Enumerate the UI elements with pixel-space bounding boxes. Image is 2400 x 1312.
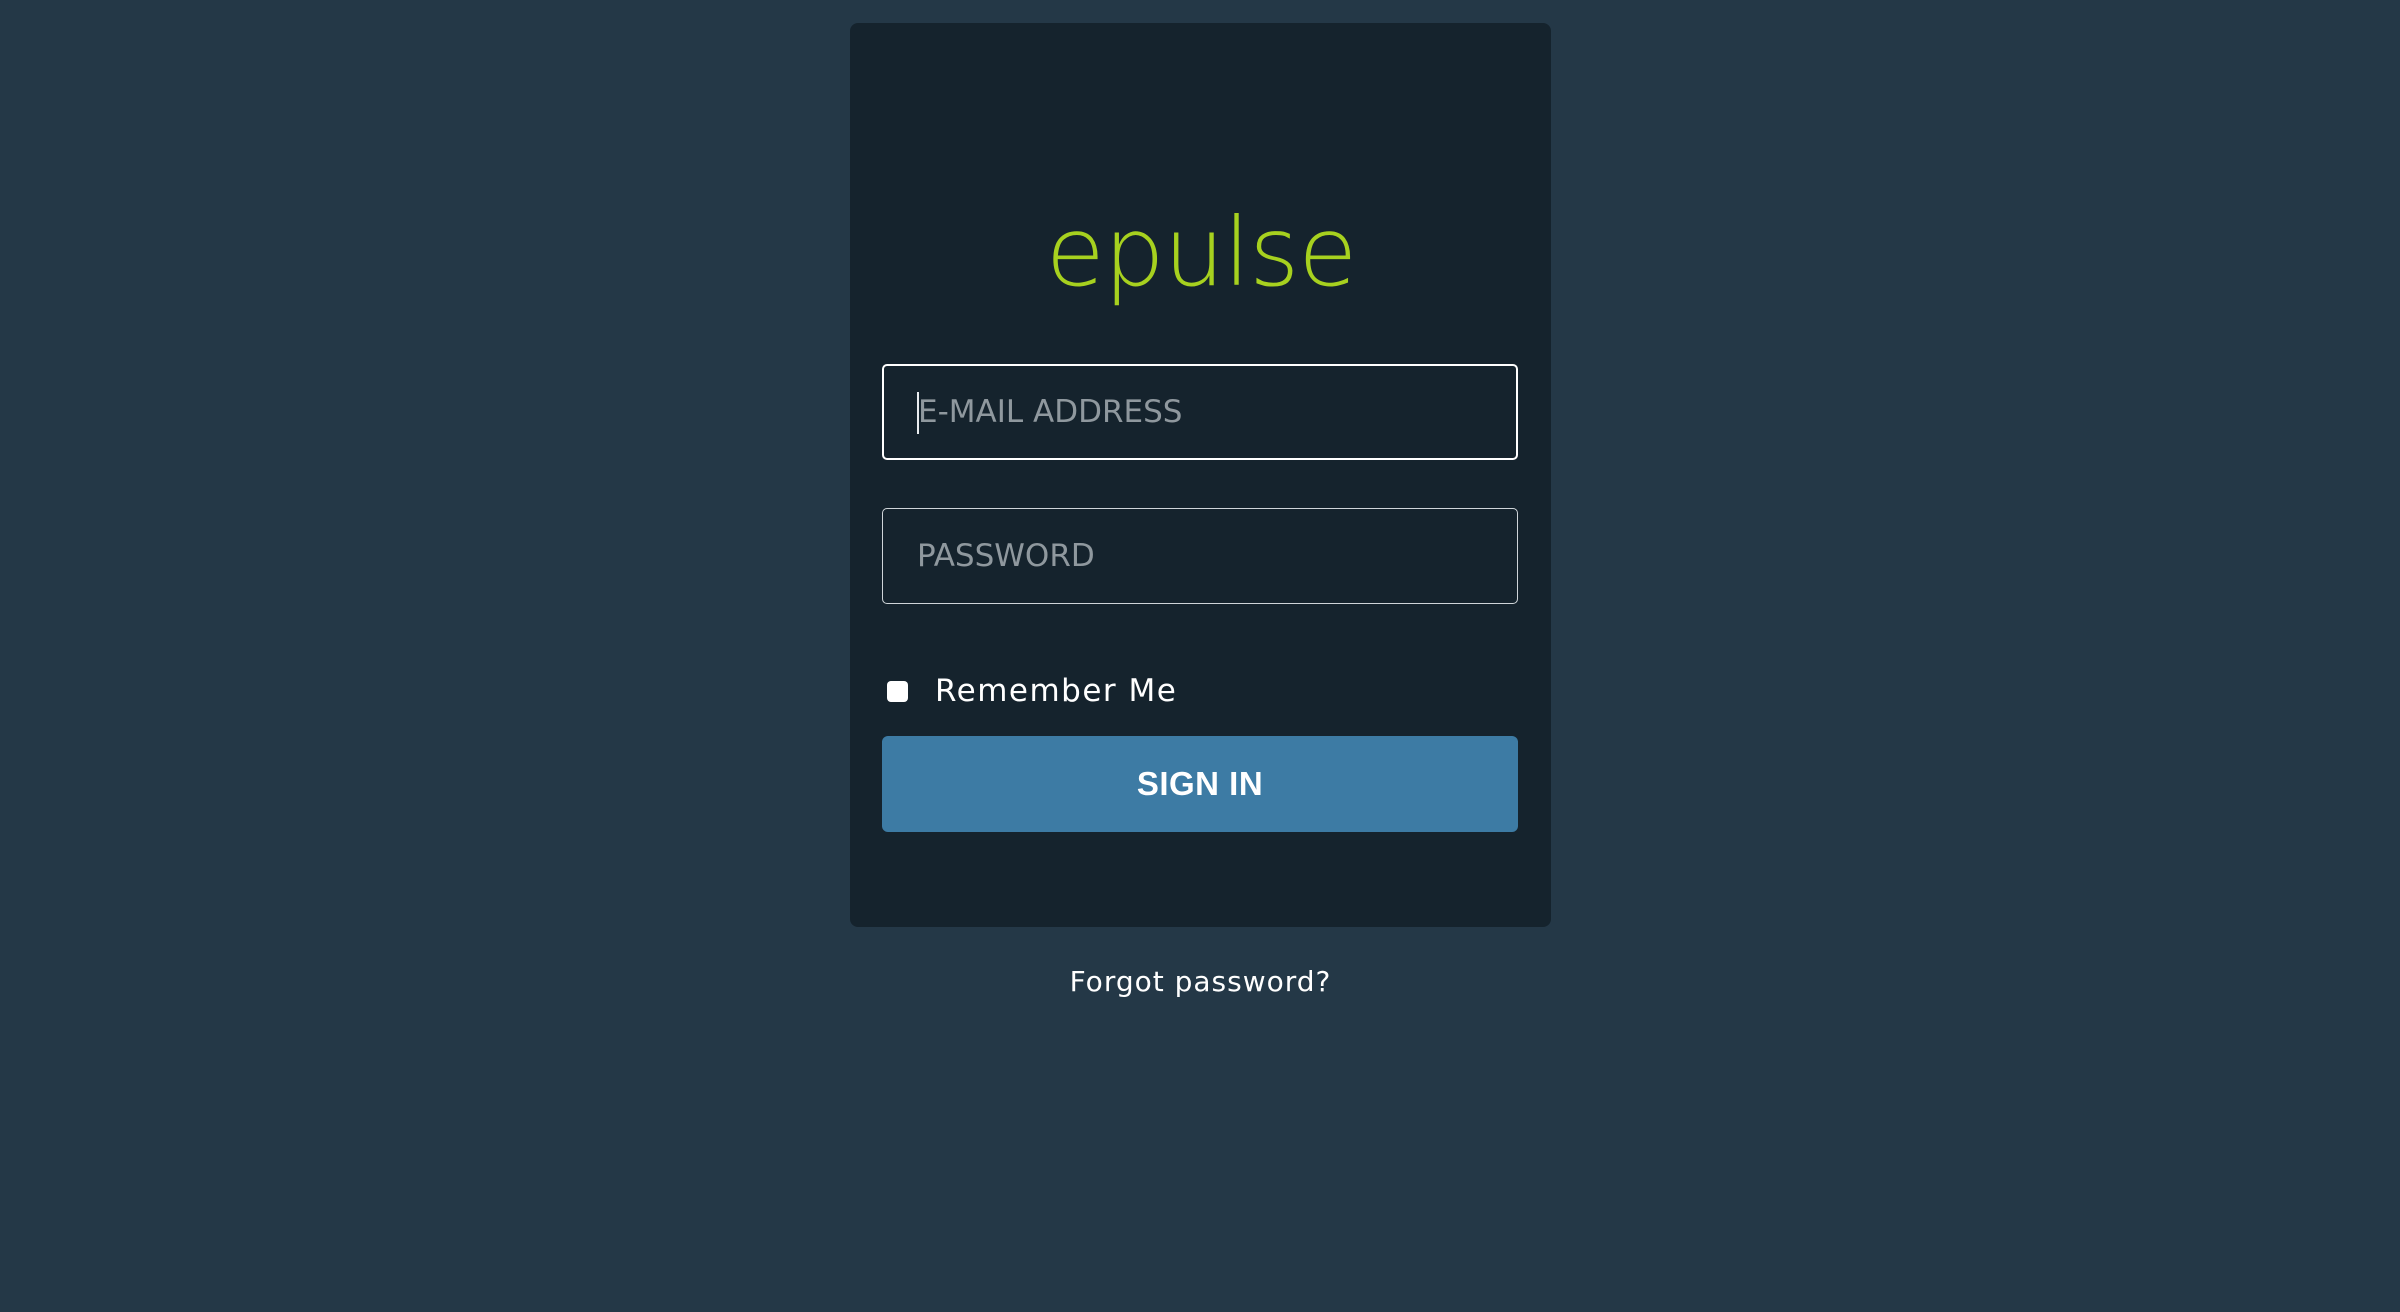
password-input[interactable] [917,509,1517,603]
password-field[interactable] [882,508,1518,604]
email-field[interactable] [882,364,1518,460]
epulse-logo-wordmark: epulse [1051,213,1351,308]
text-caret [917,392,919,434]
login-card: epulse Remember Me SIGN IN [850,23,1551,927]
sign-in-button[interactable]: SIGN IN [882,736,1518,832]
remember-me-label[interactable]: Remember Me [935,673,1177,709]
forgot-password-link[interactable]: Forgot password? [850,965,1551,998]
remember-me-checkbox[interactable] [887,680,908,702]
email-input[interactable] [918,366,1516,458]
epulse-logo: epulse [850,213,1551,333]
remember-me[interactable]: Remember Me [887,673,1177,709]
svg-text:epulse: epulse [1051,213,1351,308]
